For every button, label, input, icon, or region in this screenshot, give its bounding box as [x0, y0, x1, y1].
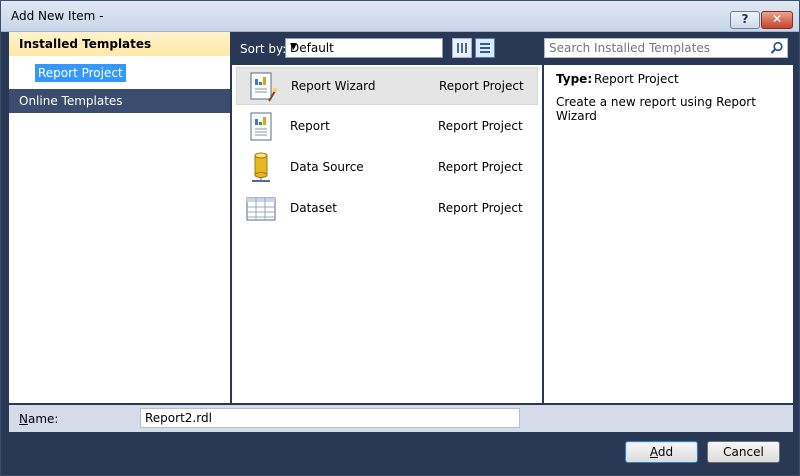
template-name: Dataset — [290, 201, 337, 215]
help-button[interactable]: ? — [730, 11, 760, 29]
template-categories-panel: Installed Templates Report Project Onlin… — [9, 32, 230, 403]
tree-item-report-project[interactable]: Report Project — [35, 64, 126, 82]
template-item-data-source[interactable]: Data Source Report Project — [236, 149, 538, 187]
small-icons-view-button[interactable] — [452, 38, 472, 58]
sort-by-select[interactable]: Default ▼ — [285, 38, 443, 58]
template-name: Data Source — [290, 160, 364, 174]
type-value: Report Project — [594, 72, 679, 86]
dataset-icon — [246, 197, 276, 221]
search-box[interactable] — [544, 38, 788, 58]
template-name: Report Wizard — [291, 79, 376, 93]
template-category: Report Project — [438, 119, 523, 133]
template-item-report[interactable]: Report Report Project — [236, 108, 538, 146]
chevron-down-icon: ▼ — [290, 42, 297, 52]
name-input[interactable] — [140, 408, 520, 428]
sort-by-label: Sort by: — [240, 42, 287, 56]
template-category: Report Project — [438, 201, 523, 215]
template-list: Report Wizard Report Project Report Repo… — [232, 65, 542, 403]
database-icon — [252, 152, 270, 182]
search-icon[interactable] — [770, 41, 784, 55]
close-button[interactable]: ✕ — [761, 11, 793, 29]
small-icons-view-icon — [457, 43, 467, 53]
template-item-report-wizard[interactable]: Report Wizard Report Project — [236, 67, 538, 105]
template-name: Report — [290, 119, 330, 133]
report-icon — [250, 112, 272, 141]
name-bar: Name: — [9, 405, 793, 432]
search-input[interactable] — [549, 40, 759, 56]
add-button[interactable]: Add — [625, 441, 698, 463]
window-title: Add New Item - — [11, 9, 104, 23]
report-wizard-icon — [250, 72, 277, 102]
template-category: Report Project — [438, 160, 523, 174]
template-description: Create a new report using Report Wizard — [556, 95, 756, 123]
template-details-panel: Type: Report Project Create a new report… — [544, 65, 793, 403]
template-item-dataset[interactable]: Dataset Report Project — [236, 190, 538, 228]
cancel-button[interactable]: Cancel — [707, 441, 780, 463]
installed-templates-header[interactable]: Installed Templates — [9, 32, 230, 56]
online-templates-header[interactable]: Online Templates — [9, 89, 230, 113]
add-new-item-dialog: Add New Item - ? ✕ Installed Templates R… — [0, 0, 800, 476]
type-label: Type: — [556, 72, 593, 86]
details-view-button[interactable] — [475, 38, 495, 58]
template-category: Report Project — [439, 79, 524, 93]
details-view-icon — [480, 43, 490, 53]
title-bar: Add New Item - ? ✕ — [1, 1, 799, 32]
name-label: Name: — [19, 412, 59, 426]
